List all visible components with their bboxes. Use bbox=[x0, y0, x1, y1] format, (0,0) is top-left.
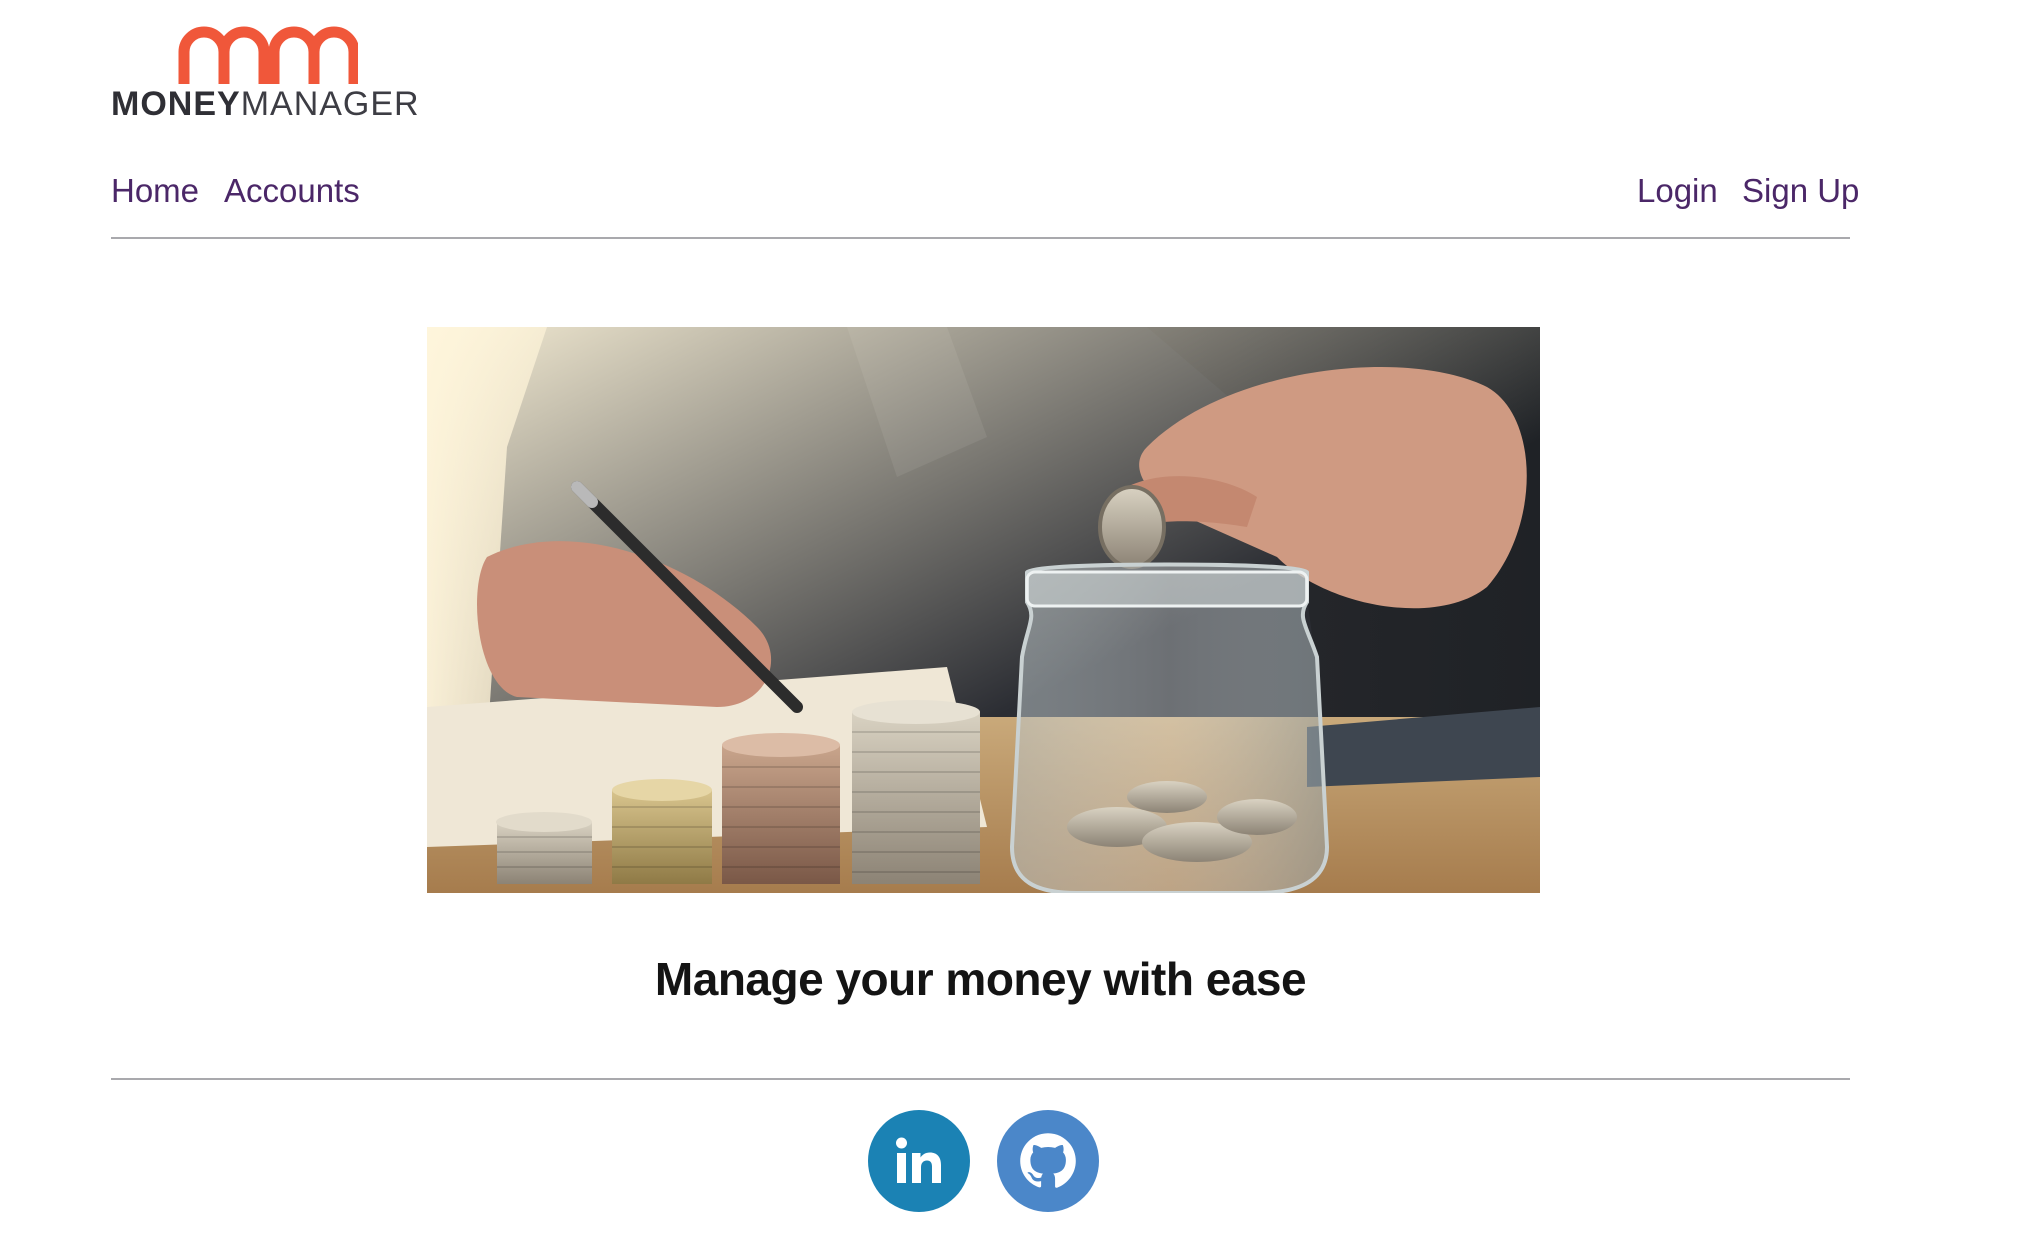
page: MONEYMANAGER Home Accounts Login Sign Up bbox=[0, 0, 2022, 1244]
savings-jar-illustration bbox=[427, 327, 1540, 893]
logo[interactable]: MONEYMANAGER bbox=[111, 18, 421, 123]
logo-text-light: MANAGER bbox=[240, 85, 420, 123]
nav-signup-link[interactable]: Sign Up bbox=[1742, 163, 1859, 219]
logo-wordmark: MONEYMANAGER bbox=[111, 84, 420, 124]
footer-divider bbox=[111, 1078, 1850, 1080]
linkedin-icon bbox=[896, 1137, 941, 1183]
main-nav: Home Accounts Login Sign Up bbox=[111, 163, 1859, 219]
nav-login-link[interactable]: Login bbox=[1637, 163, 1718, 219]
linkedin-button[interactable] bbox=[868, 1110, 970, 1212]
header-divider bbox=[111, 237, 1850, 239]
hero-tagline: Manage your money with ease bbox=[654, 953, 1307, 1005]
nav-home-link[interactable]: Home bbox=[111, 163, 199, 219]
github-icon bbox=[1020, 1133, 1076, 1188]
nav-accounts-link[interactable]: Accounts bbox=[224, 163, 360, 219]
github-button[interactable] bbox=[997, 1110, 1099, 1212]
logo-text-bold: MONEY bbox=[111, 85, 241, 123]
hero-image bbox=[427, 327, 1540, 893]
